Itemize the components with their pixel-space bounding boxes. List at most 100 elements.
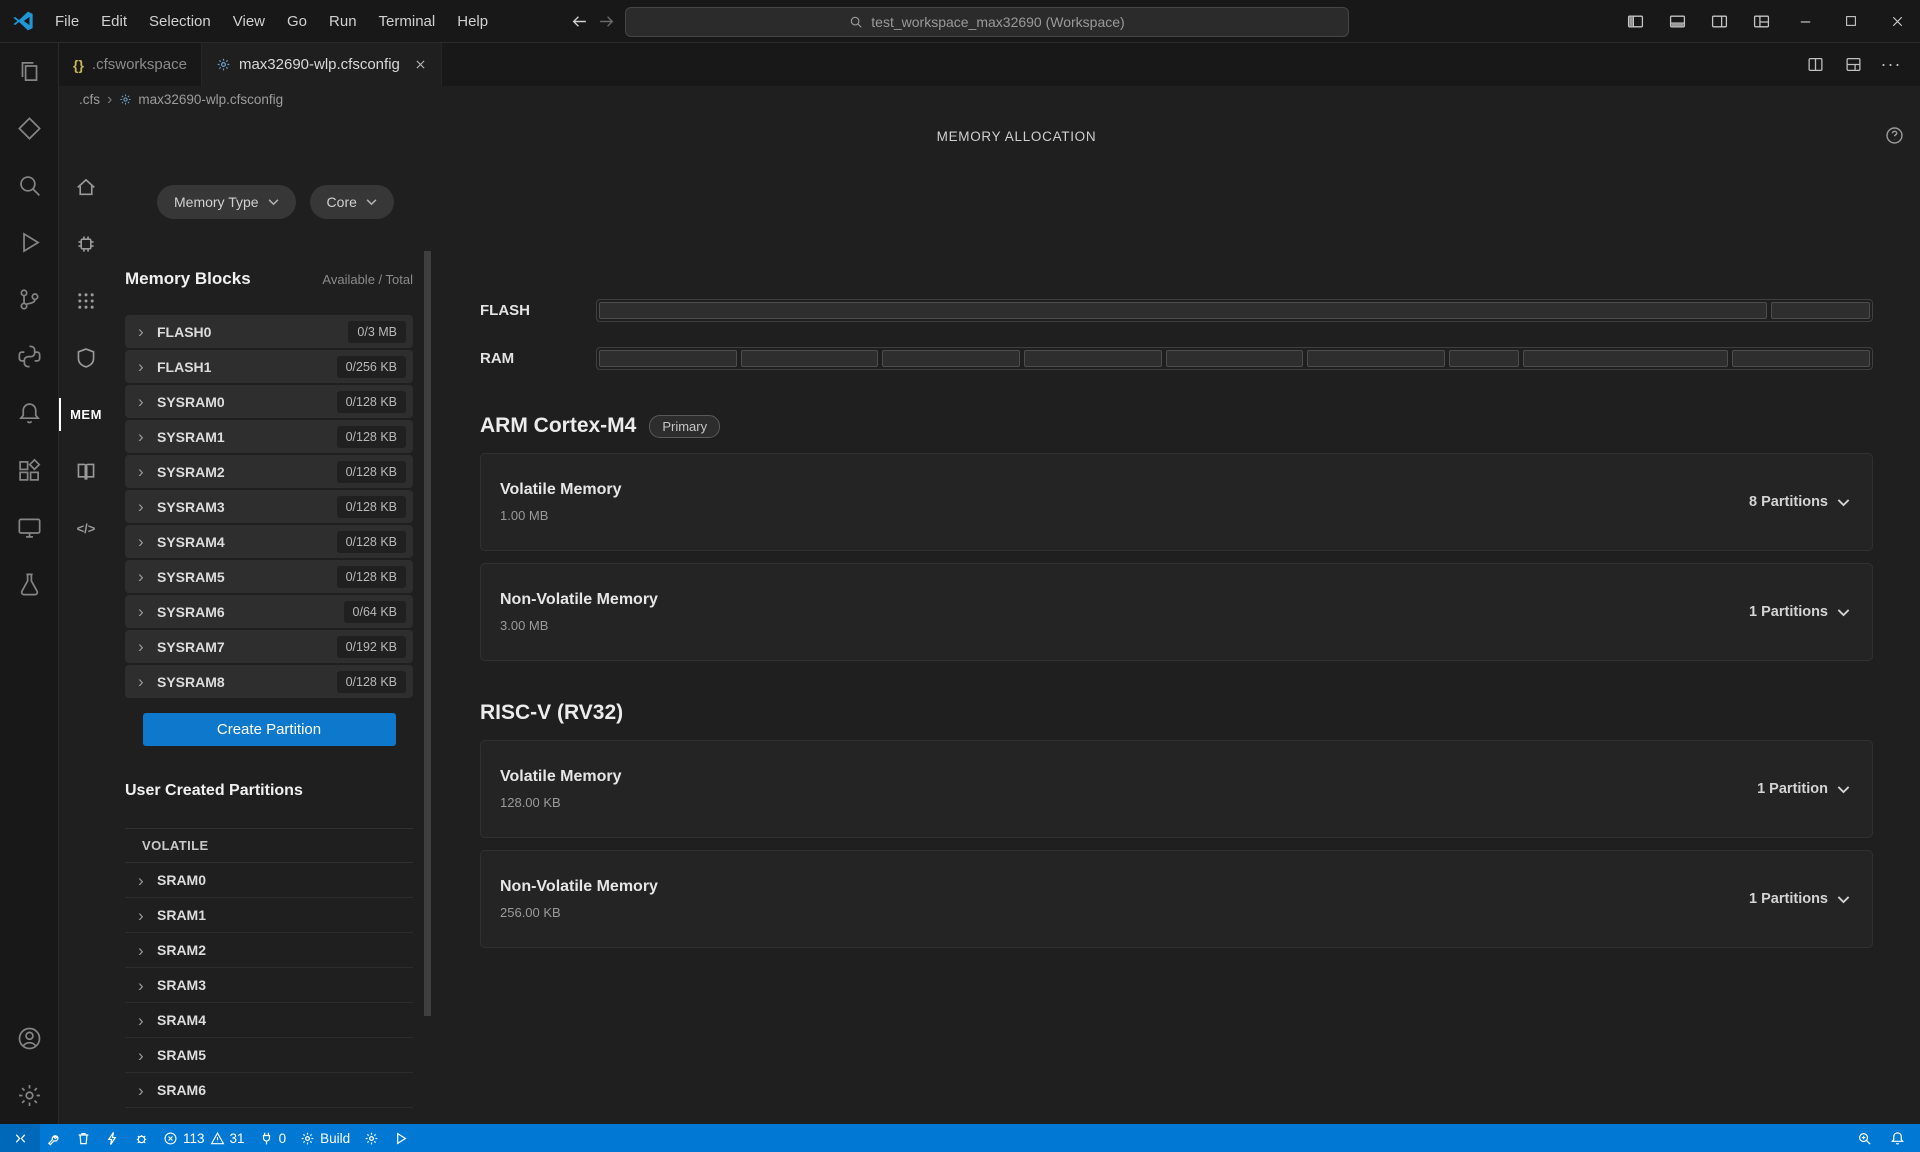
- memory-block-row[interactable]: ›FLASH10/256 KB: [125, 350, 413, 383]
- partition-row[interactable]: ›SRAM3: [125, 968, 413, 1003]
- explorer-icon[interactable]: [0, 43, 59, 100]
- extensions-icon[interactable]: [0, 442, 59, 499]
- partitions-dropdown[interactable]: 1 Partitions: [1749, 604, 1850, 620]
- volatile-group-header: VOLATILE: [125, 828, 413, 863]
- panel-scrollbar[interactable]: [423, 219, 432, 1124]
- source-control-icon[interactable]: [0, 271, 59, 328]
- menu-bar: File Edit Selection View Go Run Terminal…: [44, 8, 499, 35]
- tab-actions: ···: [1798, 43, 1920, 86]
- block-size-badge: 0/64 KB: [344, 601, 406, 623]
- menu-view[interactable]: View: [222, 8, 276, 35]
- create-partition-button[interactable]: Create Partition: [143, 713, 396, 746]
- core-filter[interactable]: Core: [310, 185, 394, 219]
- maximize-button[interactable]: [1828, 0, 1874, 43]
- memory-block-row[interactable]: ›SYSRAM50/128 KB: [125, 560, 413, 593]
- partition-row[interactable]: ›SRAM4: [125, 1003, 413, 1038]
- menu-terminal[interactable]: Terminal: [368, 8, 447, 35]
- toggle-panel-icon[interactable]: [1656, 0, 1698, 43]
- build-label: Build: [320, 1131, 350, 1146]
- vscode-window: File Edit Selection View Go Run Terminal…: [0, 0, 1920, 1152]
- nav-registers-icon[interactable]: [59, 443, 113, 500]
- partition-row[interactable]: ›SRAM2: [125, 933, 413, 968]
- breadcrumb-file[interactable]: max32690-wlp.cfsconfig: [119, 92, 283, 107]
- account-icon[interactable]: [0, 1010, 59, 1067]
- workspace-search-box[interactable]: test_workspace_max32690 (Workspace): [625, 7, 1349, 37]
- memory-bar-segment: [1732, 350, 1870, 367]
- memory-block-row[interactable]: ›SYSRAM10/128 KB: [125, 420, 413, 453]
- search-activity-icon[interactable]: [0, 157, 59, 214]
- menu-file[interactable]: File: [44, 8, 90, 35]
- toggle-secondary-sidebar-icon[interactable]: [1698, 0, 1740, 43]
- partition-row[interactable]: ›SRAM0: [125, 863, 413, 898]
- settings-gear-icon[interactable]: [357, 1124, 386, 1152]
- minimize-button[interactable]: [1782, 0, 1828, 43]
- editor-layout-icon[interactable]: [1836, 48, 1870, 82]
- memory-block-row[interactable]: ›SYSRAM60/64 KB: [125, 595, 413, 628]
- memory-block-row[interactable]: ›SYSRAM00/128 KB: [125, 385, 413, 418]
- partitions-dropdown[interactable]: 1 Partition: [1757, 781, 1850, 797]
- menu-edit[interactable]: Edit: [90, 8, 138, 35]
- memory-bar-segment: [1166, 350, 1304, 367]
- nav-chip-icon[interactable]: [59, 215, 113, 272]
- partitions-dropdown[interactable]: 1 Partitions: [1749, 891, 1850, 907]
- more-actions-icon[interactable]: ···: [1874, 48, 1908, 82]
- remote-explorer-icon[interactable]: [0, 499, 59, 556]
- flash-bar[interactable]: [596, 299, 1873, 322]
- problems-indicator[interactable]: 113 31: [156, 1124, 252, 1152]
- trash-icon[interactable]: [69, 1124, 98, 1152]
- zoom-icon[interactable]: [1850, 1131, 1879, 1146]
- menu-go[interactable]: Go: [276, 8, 318, 35]
- memory-block-row[interactable]: ›SYSRAM70/192 KB: [125, 630, 413, 663]
- partition-row[interactable]: ›SRAM1: [125, 898, 413, 933]
- python-icon[interactable]: [0, 328, 59, 385]
- memory-block-row[interactable]: ›FLASH00/3 MB: [125, 315, 413, 348]
- memory-block-row[interactable]: ›SYSRAM30/128 KB: [125, 490, 413, 523]
- scrollbar-thumb[interactable]: [424, 251, 431, 1016]
- nav-memory-tab[interactable]: MEM: [59, 386, 113, 443]
- bell-activity-icon[interactable]: [0, 385, 59, 442]
- menu-selection[interactable]: Selection: [138, 8, 222, 35]
- chevron-right-icon: ›: [138, 872, 157, 889]
- customize-layout-icon[interactable]: [1740, 0, 1782, 43]
- run-debug-icon[interactable]: [0, 214, 59, 271]
- partition-row[interactable]: ›SRAM5: [125, 1038, 413, 1073]
- partitions-dropdown[interactable]: 8 Partitions: [1749, 494, 1850, 510]
- remote-indicator[interactable]: [0, 1124, 40, 1152]
- partition-row[interactable]: ›SRAM6: [125, 1073, 413, 1108]
- back-arrow-icon[interactable]: [571, 13, 588, 30]
- settings-gear-icon[interactable]: [0, 1067, 59, 1124]
- split-editor-icon[interactable]: [1798, 48, 1832, 82]
- build-button[interactable]: Build: [293, 1124, 357, 1152]
- memory-block-row[interactable]: ›SYSRAM40/128 KB: [125, 525, 413, 558]
- breadcrumb-folder[interactable]: .cfs: [79, 92, 100, 107]
- close-window-button[interactable]: [1874, 0, 1920, 43]
- help-icon[interactable]: [1885, 126, 1904, 145]
- bell-icon[interactable]: [1883, 1131, 1912, 1146]
- nav-home-icon[interactable]: [59, 158, 113, 215]
- ports-indicator[interactable]: 0: [252, 1124, 294, 1152]
- toggle-sidebar-icon[interactable]: [1614, 0, 1656, 43]
- ram-bar[interactable]: [596, 347, 1873, 370]
- debug-icon[interactable]: [127, 1124, 156, 1152]
- memory-bar-segment: [741, 350, 879, 367]
- run-icon[interactable]: [386, 1124, 415, 1152]
- nav-pinmux-icon[interactable]: [59, 272, 113, 329]
- diamond-icon[interactable]: [0, 100, 59, 157]
- memory-block-row[interactable]: ›SYSRAM80/128 KB: [125, 665, 413, 698]
- memory-bar-segment: [1307, 350, 1445, 367]
- beaker-icon[interactable]: [0, 556, 59, 613]
- menu-run[interactable]: Run: [318, 8, 368, 35]
- tab-cfsconfig[interactable]: max32690-wlp.cfsconfig: [202, 43, 442, 86]
- breadcrumb: .cfs › max32690-wlp.cfsconfig: [59, 86, 1920, 113]
- tab-cfsworkspace[interactable]: {} .cfsworkspace: [59, 43, 202, 86]
- zap-icon[interactable]: [98, 1124, 127, 1152]
- card-size: 3.00 MB: [500, 618, 658, 633]
- forward-arrow-icon[interactable]: [598, 13, 615, 30]
- memory-type-filter[interactable]: Memory Type: [157, 185, 296, 219]
- nav-code-icon[interactable]: </>: [59, 500, 113, 557]
- memory-block-row[interactable]: ›SYSRAM20/128 KB: [125, 455, 413, 488]
- nav-shield-icon[interactable]: [59, 329, 113, 386]
- menu-help[interactable]: Help: [446, 8, 499, 35]
- tools-icon[interactable]: [40, 1124, 69, 1152]
- close-tab-icon[interactable]: [414, 58, 427, 71]
